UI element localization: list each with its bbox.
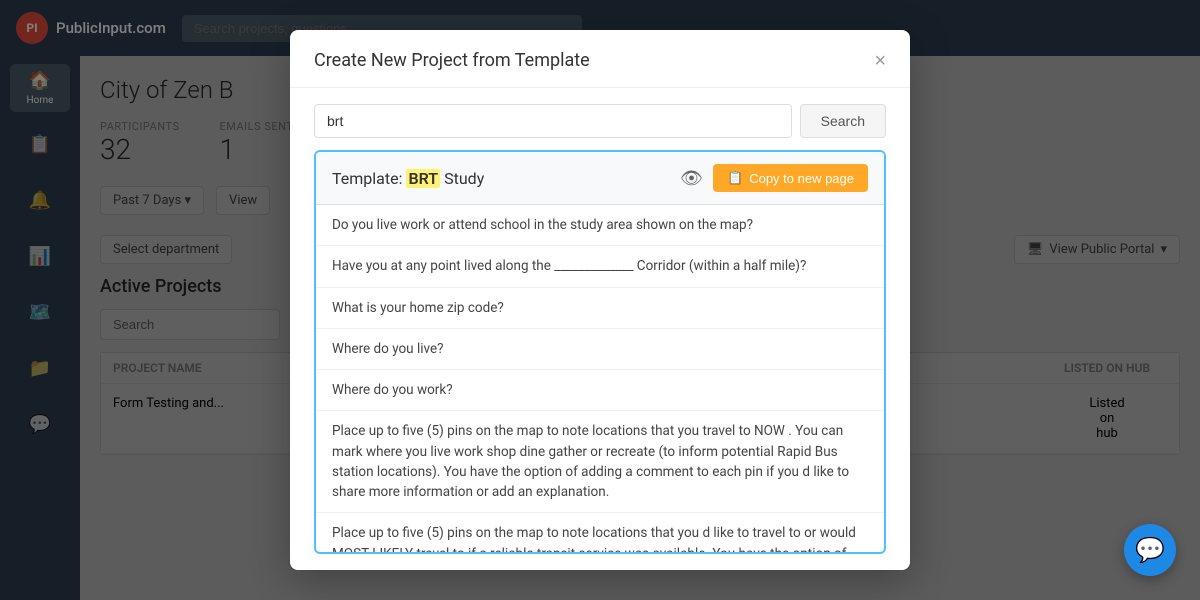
template-card-header: Template: BRT Study 👁 📋 Copy to new page xyxy=(316,152,884,205)
template-search-button[interactable]: Search xyxy=(800,104,886,138)
template-questions-list: Do you live work or attend school in the… xyxy=(316,205,884,552)
template-title-highlight: BRT xyxy=(406,169,440,188)
template-search-row: Search xyxy=(314,104,886,138)
copy-button-label: Copy to new page xyxy=(749,171,854,186)
modal-body: Search Template: BRT Study 👁 📋 Copy to n… xyxy=(290,88,910,570)
question-item: Do you live work or attend school in the… xyxy=(316,205,884,246)
chat-support-icon: 💬 xyxy=(1135,536,1165,565)
create-project-modal: Create New Project from Template × Searc… xyxy=(290,30,910,570)
question-item: Where do you work? xyxy=(316,370,884,411)
question-item: Have you at any point lived along the __… xyxy=(316,246,884,287)
question-item: Where do you live? xyxy=(316,329,884,370)
copy-icon: 📋 xyxy=(727,170,743,186)
preview-icon[interactable]: 👁 xyxy=(680,168,703,189)
template-card: Template: BRT Study 👁 📋 Copy to new page… xyxy=(314,150,886,554)
template-search-input[interactable] xyxy=(314,104,792,138)
question-item: Place up to five (5) pins on the map to … xyxy=(316,513,884,552)
modal-title: Create New Project from Template xyxy=(314,50,590,71)
template-title-suffix: Study xyxy=(444,169,484,188)
modal-overlay: Create New Project from Template × Searc… xyxy=(0,0,1200,600)
modal-close-button[interactable]: × xyxy=(874,51,886,71)
template-header-actions: 👁 📋 Copy to new page xyxy=(680,164,868,192)
question-item: Place up to five (5) pins on the map to … xyxy=(316,411,884,513)
modal-header: Create New Project from Template × xyxy=(290,30,910,88)
chat-support-button[interactable]: 💬 xyxy=(1124,524,1176,576)
question-item: What is your home zip code? xyxy=(316,288,884,329)
template-title: Template: BRT Study xyxy=(332,169,484,188)
template-title-prefix: Template: xyxy=(332,169,402,188)
copy-to-new-page-button[interactable]: 📋 Copy to new page xyxy=(713,164,868,192)
